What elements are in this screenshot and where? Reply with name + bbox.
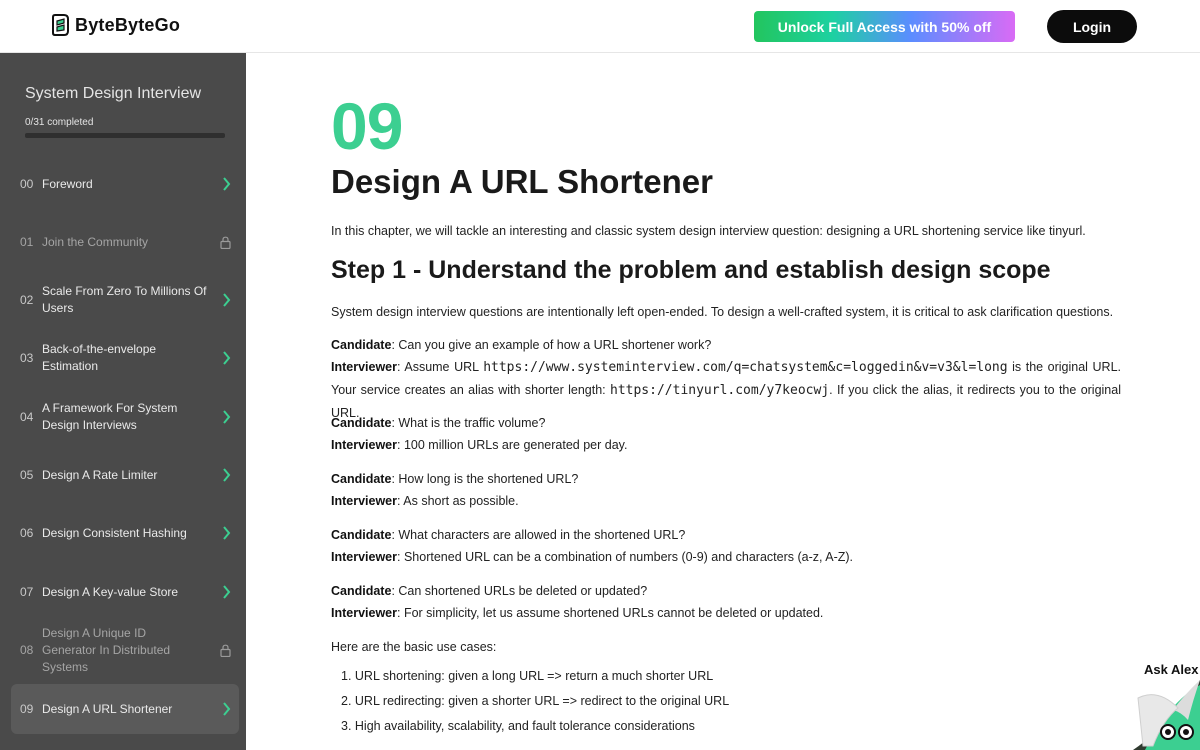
toc-item-label: Design A Rate Limiter — [42, 467, 158, 482]
toc-item-number: 09 — [20, 702, 34, 716]
use-case-item: 1. URL shortening: given a long URL => r… — [341, 669, 714, 683]
toc-item-label: Design A URL Shortener — [42, 701, 173, 716]
short-url-code: https://tinyurl.com/y7keocwj — [610, 383, 830, 398]
candidate-label: Candidate — [331, 528, 392, 542]
question-text: : Can shortened URLs be deleted or updat… — [391, 584, 648, 598]
candidate-question: Candidate: What characters are allowed i… — [331, 524, 1121, 546]
unlock-full-access-button[interactable]: Unlock Full Access with 50% off — [754, 11, 1015, 42]
interviewer-answer: Interviewer: For simplicity, let us assu… — [331, 602, 1121, 624]
answer-text: : As short as possible. — [397, 494, 519, 508]
toc-item-label: Design A Unique ID Generator In Distribu… — [42, 625, 171, 674]
candidate-label: Candidate — [331, 338, 392, 352]
course-sidebar: System Design Interview 0/31 completed 0… — [0, 53, 246, 750]
step1-intro-paragraph: System design interview questions are in… — [331, 305, 1114, 319]
interviewer-label: Interviewer — [331, 550, 398, 564]
toc-item-framework[interactable]: 04 A Framework For System Design Intervi… — [11, 392, 239, 442]
candidate-label: Candidate — [331, 416, 392, 430]
chevron-right-icon — [223, 585, 231, 599]
toc-item-url-shortener[interactable]: 09 Design A URL Shortener — [11, 684, 239, 734]
use-case-item: 2. URL redirecting: given a shorter URL … — [341, 694, 730, 708]
long-url-code: https://www.systeminterview.com/q=chatsy… — [483, 360, 1008, 375]
chevron-right-icon — [223, 468, 231, 482]
question-text: : Can you give an example of how a URL s… — [391, 338, 712, 352]
toc-item-foreword[interactable]: 00 Foreword — [11, 159, 239, 209]
lock-icon — [220, 236, 231, 249]
toc-item-number: 05 — [20, 468, 34, 482]
toc-item-consistent-hashing[interactable]: 06 Design Consistent Hashing — [11, 508, 239, 558]
chevron-right-icon — [223, 410, 231, 424]
toc-item-label: Foreword — [42, 176, 93, 191]
toc-item-label: Join the Community — [42, 234, 149, 249]
question-text: : How long is the shortened URL? — [391, 472, 579, 486]
chevron-right-icon — [223, 293, 231, 307]
toc-item-back-of-envelope[interactable]: 03 Back-of-the-envelope Estimation — [11, 333, 239, 383]
ask-alex-assistant-icon[interactable] — [1133, 680, 1200, 750]
course-title: System Design Interview — [25, 85, 202, 102]
logo[interactable]: ByteByteGo — [52, 14, 180, 36]
toc-item-key-value-store[interactable]: 07 Design A Key-value Store — [11, 567, 239, 617]
bytebytego-logo-icon — [52, 14, 69, 36]
toc-item-label: Back-of-the-envelope Estimation — [42, 342, 157, 373]
chevron-right-icon — [223, 526, 231, 540]
answer-text: : Shortened URL can be a combination of … — [397, 550, 854, 564]
toc-item-number: 08 — [20, 643, 34, 657]
toc-item-join-community[interactable]: 01 Join the Community — [11, 217, 239, 267]
use-case-item: 3. High availability, scalability, and f… — [341, 719, 695, 733]
interviewer-label: Interviewer — [331, 438, 398, 452]
chevron-right-icon — [223, 351, 231, 365]
toc-item-label: Design Consistent Hashing — [42, 525, 187, 540]
toc-item-number: 07 — [20, 585, 34, 599]
interviewer-label: Interviewer — [331, 606, 398, 620]
lock-icon — [220, 644, 231, 657]
toc-item-number: 01 — [20, 235, 34, 249]
interviewer-answer: Interviewer: 100 million URLs are genera… — [331, 434, 1121, 456]
toc-item-number: 00 — [20, 177, 34, 191]
toc-item-scale-from-zero[interactable]: 02 Scale From Zero To Millions Of Users — [11, 275, 239, 325]
candidate-question: Candidate: Can you give an example of ho… — [331, 334, 1121, 356]
chapter-number: 09 — [331, 89, 403, 163]
login-button[interactable]: Login — [1047, 10, 1137, 43]
ask-alex-label[interactable]: Ask Alex — [1144, 662, 1198, 677]
chevron-right-icon — [223, 177, 231, 191]
interviewer-label: Interviewer — [331, 360, 398, 374]
question-text: : What characters are allowed in the sho… — [391, 528, 686, 542]
candidate-question: Candidate: How long is the shortened URL… — [331, 468, 1121, 490]
toc-item-label: Design A Key-value Store — [42, 584, 179, 599]
toc-item-number: 06 — [20, 526, 34, 540]
toc-item-rate-limiter[interactable]: 05 Design A Rate Limiter — [11, 450, 239, 500]
interviewer-answer: Interviewer: As short as possible. — [331, 490, 1121, 512]
candidate-label: Candidate — [331, 472, 392, 486]
answer-text: : Assume URL — [397, 360, 484, 374]
completion-status: 0/31 completed — [25, 117, 94, 128]
candidate-question: Candidate: Can shortened URLs be deleted… — [331, 580, 1121, 602]
toc-item-number: 04 — [20, 410, 34, 424]
use-cases-intro: Here are the basic use cases: — [331, 640, 497, 654]
interviewer-answer: Interviewer: Shortened URL can be a comb… — [331, 546, 1121, 568]
toc-item-label: A Framework For System Design Interviews — [42, 401, 178, 432]
step1-heading: Step 1 - Understand the problem and esta… — [331, 256, 1051, 284]
course-progress-bar — [25, 133, 225, 138]
intro-paragraph: In this chapter, we will tackle an inter… — [331, 224, 1086, 238]
answer-text: : For simplicity, let us assume shortene… — [397, 606, 824, 620]
top-header: ByteByteGo Unlock Full Access with 50% o… — [0, 0, 1200, 53]
toc-item-number: 02 — [20, 293, 34, 307]
answer-text: : 100 million URLs are generated per day… — [397, 438, 628, 452]
toc-item-number: 03 — [20, 351, 34, 365]
candidate-label: Candidate — [331, 584, 392, 598]
interviewer-label: Interviewer — [331, 494, 398, 508]
chapter-title: Design A URL Shortener — [331, 163, 713, 200]
chevron-right-icon — [223, 702, 231, 716]
toc-item-unique-id-generator[interactable]: 08 Design A Unique ID Generator In Distr… — [11, 625, 239, 675]
candidate-question: Candidate: What is the traffic volume? — [331, 412, 1121, 434]
toc-item-label: Scale From Zero To Millions Of Users — [42, 284, 207, 315]
logo-text: ByteByteGo — [75, 14, 181, 35]
question-text: : What is the traffic volume? — [391, 416, 546, 430]
